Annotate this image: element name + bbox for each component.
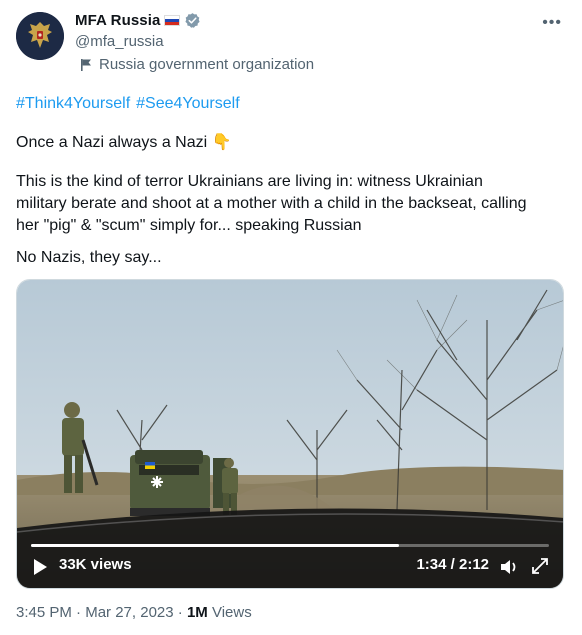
- hashtags: #Think4Yourself #See4Yourself: [16, 93, 246, 115]
- play-icon[interactable]: [31, 558, 49, 576]
- progress-fill: [31, 544, 399, 547]
- volume-icon[interactable]: [499, 557, 519, 577]
- author-name-row: MFA Russia: [75, 12, 201, 29]
- affiliation-label: Russia government organization: [80, 56, 314, 73]
- video-player[interactable]: 33K views 1:34 / 2:12: [16, 279, 564, 589]
- tweet-card: MFA Russia @mfa_russia Russia government…: [0, 0, 582, 635]
- post-time[interactable]: 3:45 PM: [16, 604, 72, 621]
- russia-flag-icon: [164, 15, 181, 26]
- vehicle: [130, 450, 231, 516]
- tweet-paragraph-2: This is the kind of terror Ukrainians ar…: [16, 173, 527, 234]
- progress-bar[interactable]: [31, 544, 549, 547]
- verified-badge-icon: [185, 13, 201, 28]
- tweet-line-1-text: Once a Nazi always a Nazi: [16, 134, 208, 151]
- video-time: 1:34 / 2:12: [416, 556, 489, 573]
- handle[interactable]: @mfa_russia: [75, 33, 164, 50]
- views-label: Views: [211, 604, 252, 621]
- expand-icon[interactable]: [531, 557, 549, 575]
- display-name[interactable]: MFA Russia: [75, 12, 160, 29]
- hashtag-see4yourself[interactable]: #See4Yourself: [136, 95, 240, 112]
- affiliation-text: Russia government organization: [99, 56, 315, 73]
- hashtag-think4yourself[interactable]: #Think4Yourself: [16, 95, 130, 112]
- tweet-line-1: Once a Nazi always a Nazi 👇: [16, 132, 232, 154]
- more-options-icon[interactable]: •••: [542, 14, 562, 32]
- pointing-down-emoji: 👇: [211, 134, 232, 151]
- coat-of-arms-icon: [16, 12, 64, 60]
- flag-label-icon: [81, 58, 91, 71]
- tweet-footer: 3:45 PM · Mar 27, 2023 · 1M Views: [16, 604, 252, 621]
- video-controls: 33K views 1:34 / 2:12: [17, 538, 563, 588]
- video-views: 33K views: [59, 556, 132, 573]
- views-count: 1M: [186, 604, 208, 621]
- tweet-line-3: No Nazis, they say...: [16, 249, 162, 266]
- avatar[interactable]: [16, 12, 64, 60]
- post-date[interactable]: Mar 27, 2023: [85, 604, 173, 621]
